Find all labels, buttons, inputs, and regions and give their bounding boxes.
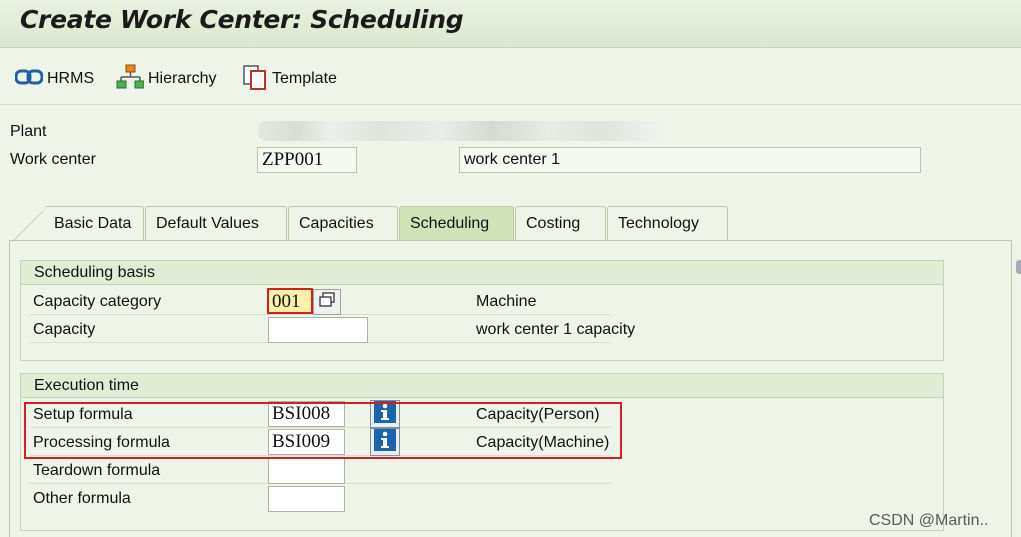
page-title: Create Work Center: Scheduling	[20, 5, 464, 34]
processing-formula-description: Capacity(Machine)	[476, 434, 610, 451]
hrms-label: HRMS	[47, 70, 95, 87]
hierarchy-label: Hierarchy	[148, 70, 217, 87]
work-center-label: Work center	[10, 151, 96, 168]
hrms-icon	[14, 67, 44, 92]
execution-time-title: Execution time	[21, 374, 943, 398]
info-icon	[374, 428, 396, 456]
setup-formula-info-button[interactable]	[370, 400, 400, 428]
capacity-category-label: Capacity category	[33, 293, 162, 310]
plant-field-redacted[interactable]	[258, 121, 663, 141]
capacity-description: work center 1 capacity	[476, 321, 636, 338]
other-formula-field[interactable]	[268, 486, 345, 512]
tab-costing[interactable]: Costing	[515, 206, 606, 240]
work-center-field[interactable]: ZPP001	[257, 147, 357, 173]
capacity-field[interactable]	[268, 317, 368, 343]
row-divider	[30, 427, 610, 428]
setup-formula-field[interactable]: BSI008	[268, 401, 345, 427]
tab-strip-edge	[14, 206, 48, 240]
teardown-formula-label: Teardown formula	[33, 462, 161, 479]
plant-label: Plant	[10, 123, 47, 140]
tab-capacities[interactable]: Capacities	[288, 206, 398, 240]
application-toolbar: HRMS Hierarchy Template	[0, 49, 1021, 105]
tab-basic-data[interactable]: Basic Data	[44, 206, 144, 240]
setup-formula-label: Setup formula	[33, 406, 133, 423]
hierarchy-icon	[116, 64, 145, 95]
tab-technology[interactable]: Technology	[607, 206, 728, 240]
tab-scheduling[interactable]: Scheduling	[399, 206, 514, 240]
processing-formula-label: Processing formula	[33, 434, 170, 451]
teardown-formula-field[interactable]	[268, 458, 345, 484]
info-icon	[374, 400, 396, 428]
watermark-text: CSDN @Martin..	[869, 512, 989, 529]
setup-formula-description: Capacity(Person)	[476, 406, 600, 423]
template-button[interactable]: Template	[242, 64, 337, 95]
capacity-category-field[interactable]: 001	[267, 288, 313, 314]
scroll-handle[interactable]	[1016, 260, 1021, 274]
execution-time-group: Execution time	[20, 373, 944, 531]
window-copy-icon	[318, 291, 336, 313]
template-label: Template	[272, 70, 337, 87]
work-center-description-field[interactable]: work center 1	[459, 147, 921, 173]
title-bar: Create Work Center: Scheduling	[0, 0, 1021, 48]
capacity-detail-button[interactable]	[313, 289, 341, 315]
hierarchy-button[interactable]: Hierarchy	[116, 64, 217, 95]
capacity-category-description: Machine	[476, 293, 537, 310]
scheduling-basis-title: Scheduling basis	[21, 261, 943, 285]
other-formula-label: Other formula	[33, 490, 131, 507]
processing-formula-field[interactable]: BSI009	[268, 429, 345, 455]
capacity-label: Capacity	[33, 321, 96, 338]
row-divider	[30, 455, 610, 456]
hrms-button[interactable]: HRMS	[14, 65, 95, 93]
processing-formula-info-button[interactable]	[370, 428, 400, 456]
template-icon	[242, 64, 268, 95]
tab-default-values[interactable]: Default Values	[145, 206, 287, 240]
